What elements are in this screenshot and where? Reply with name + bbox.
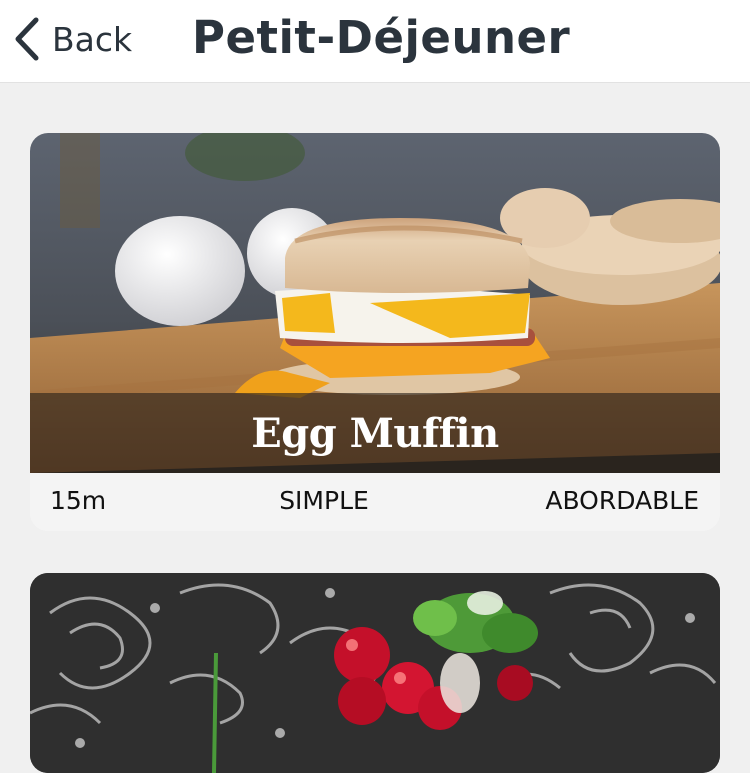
app-header: Back Petit-Déjeuner bbox=[0, 0, 750, 83]
back-label: Back bbox=[52, 19, 133, 59]
page-title: Petit-Déjeuner bbox=[192, 11, 571, 64]
meal-title-overlay: Egg Muffin bbox=[30, 393, 720, 473]
chevron-left-icon bbox=[15, 17, 39, 61]
meal-complexity: SIMPLE bbox=[279, 486, 369, 515]
meal-photo-2 bbox=[30, 573, 720, 773]
meal-affordability: ABORDABLE bbox=[545, 486, 699, 515]
meal-card-2[interactable] bbox=[30, 573, 720, 773]
back-button[interactable]: Back bbox=[14, 14, 132, 64]
meal-title: Egg Muffin bbox=[251, 409, 499, 457]
meal-details: 15m SIMPLE ABORDABLE bbox=[30, 473, 720, 531]
meal-card-egg-muffin[interactable]: Egg Muffin 15m SIMPLE ABORDABLE bbox=[30, 133, 720, 531]
